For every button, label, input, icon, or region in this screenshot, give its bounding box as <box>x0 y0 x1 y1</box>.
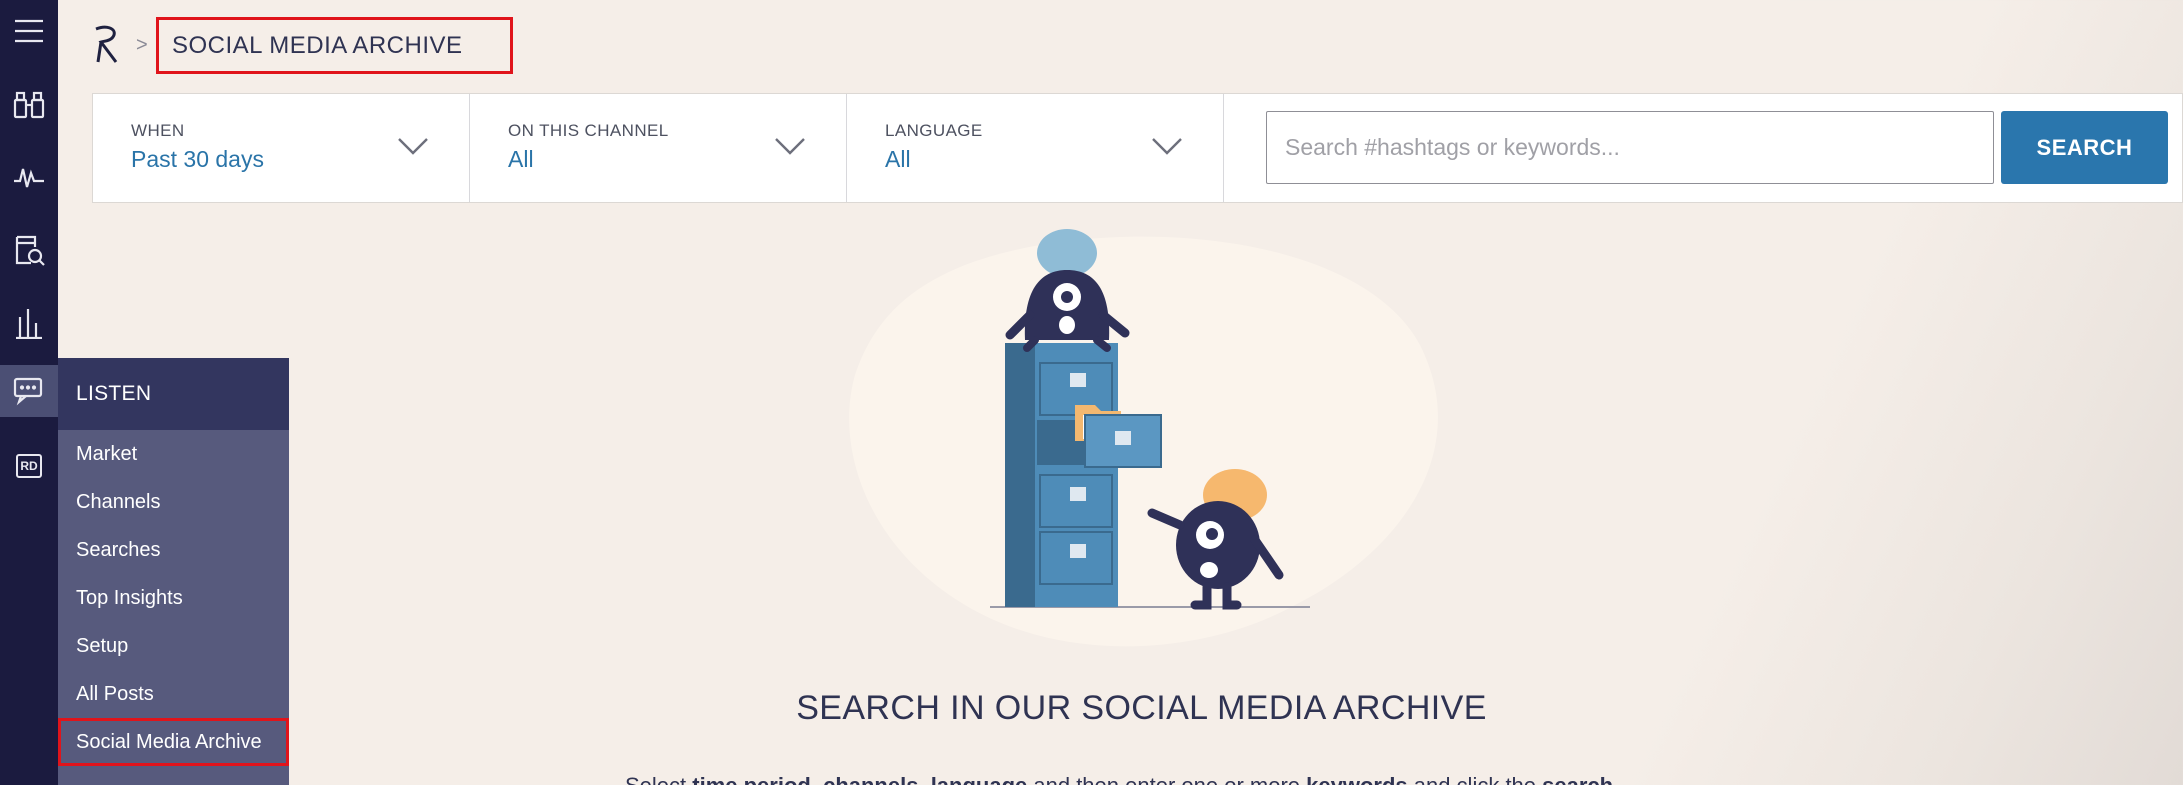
breadcrumb-separator: > <box>136 34 148 56</box>
hamburger-menu-icon[interactable] <box>0 5 58 57</box>
desc-text: and then enter one or more <box>1027 773 1306 785</box>
language-label: LANGUAGE <box>885 121 983 140</box>
desc-text: , <box>918 773 930 785</box>
channel-label: ON THIS CHANNEL <box>508 121 669 140</box>
empty-state-description: Select time period, channels, language a… <box>625 773 1613 785</box>
search-button[interactable]: SEARCH <box>2001 111 2168 184</box>
flyout-heading: LISTEN <box>58 358 289 430</box>
desc-text: , <box>811 773 823 785</box>
channel-value: All <box>508 146 534 172</box>
empty-state-title: SEARCH IN OUR SOCIAL MEDIA ARCHIVE <box>796 689 1487 727</box>
chevron-down-icon <box>398 138 428 155</box>
desc-text: and click the <box>1408 773 1543 785</box>
chat-bubbles-icon[interactable] <box>0 365 58 417</box>
search-input[interactable] <box>1266 111 1994 184</box>
menu-item-market[interactable]: Market <box>58 430 289 478</box>
desc-text: Select <box>625 773 692 785</box>
brand-logo[interactable] <box>92 24 122 66</box>
menu-item-setup[interactable]: Setup <box>58 622 289 670</box>
chevron-down-icon <box>775 138 805 155</box>
document-search-icon[interactable] <box>0 224 58 276</box>
chevron-down-icon <box>1152 138 1182 155</box>
pulse-icon[interactable] <box>0 151 58 203</box>
when-filter[interactable]: WHEN Past 30 days <box>93 94 470 202</box>
when-label: WHEN <box>131 121 185 140</box>
menu-item-top-insights[interactable]: Top Insights <box>58 574 289 622</box>
desc-channels: channels <box>823 773 918 785</box>
nav-rail: RD <box>0 0 58 785</box>
language-value: All <box>885 146 911 172</box>
bar-chart-icon[interactable] <box>0 297 58 349</box>
page-title: SOCIAL MEDIA ARCHIVE <box>156 17 513 74</box>
desc-search: search <box>1542 773 1613 785</box>
menu-item-channels[interactable]: Channels <box>58 478 289 526</box>
desc-time-period: time period <box>692 773 811 785</box>
desc-keywords: keywords <box>1306 773 1408 785</box>
language-filter[interactable]: LANGUAGE All <box>847 94 1224 202</box>
rd-badge-icon[interactable]: RD <box>0 440 58 492</box>
desc-language: language <box>931 773 1028 785</box>
archive-illustration <box>835 225 1450 650</box>
binoculars-icon[interactable] <box>0 79 58 131</box>
channel-filter[interactable]: ON THIS CHANNEL All <box>470 94 847 202</box>
menu-item-searches[interactable]: Searches <box>58 526 289 574</box>
when-value: Past 30 days <box>131 146 264 172</box>
